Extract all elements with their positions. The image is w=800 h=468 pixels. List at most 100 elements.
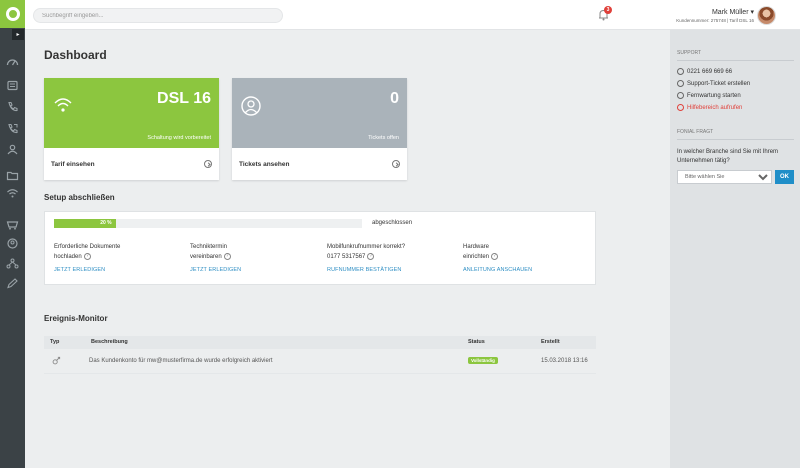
task-title: Erforderliche Dokumente hochladen? (54, 243, 184, 262)
tickets-card: 0 Tickets offen Tickets ansehen (232, 78, 407, 180)
task-action-link[interactable]: RUFNUMMER BESTÄTIGEN (327, 267, 457, 273)
user-name[interactable]: Mark Müller ▾ (712, 8, 754, 16)
help-icon[interactable]: ? (83, 252, 91, 260)
task-title: Techniktermin vereinbaren? (190, 243, 320, 262)
tariff-value: DSL 16 (157, 90, 211, 107)
task-title: Hardware einrichten? (463, 243, 593, 262)
arrow-circle-icon (392, 160, 400, 168)
help-center-link[interactable]: Hilfebereich aufrufen (677, 104, 742, 111)
phone-icon[interactable] (6, 101, 19, 112)
task-action-link[interactable]: JETZT ERLEDIGEN (190, 267, 320, 273)
industry-select[interactable]: Bitte wählen Sie (677, 170, 772, 184)
event-description: Das Kundenkonto für mw@musterfirma.de wu… (89, 358, 273, 364)
tariff-status: Schaltung wird vorbereitet (147, 135, 211, 141)
help-center-label: Hilfebereich aufrufen (687, 104, 743, 111)
sidebar: ▸ (0, 0, 25, 468)
column-header: Beschreibung (91, 339, 128, 345)
tickets-status: Tickets offen (368, 135, 399, 141)
event-monitor-table: Typ Beschreibung Status Erstellt Das Kun… (44, 336, 596, 374)
view-tariff-link[interactable]: Tarif einsehen (44, 148, 219, 180)
help-icon[interactable]: ? (491, 252, 499, 260)
search-input[interactable] (33, 8, 283, 23)
logo[interactable] (0, 0, 25, 28)
support-phone-number: 0221 669 669 66 (687, 68, 733, 75)
network-icon[interactable] (6, 258, 19, 269)
view-tickets-link[interactable]: Tickets ansehen (232, 148, 407, 180)
ticket-icon (677, 80, 684, 87)
table-header: Typ Beschreibung Status Erstellt (44, 336, 596, 349)
task-title-line2: vereinbaren (190, 253, 222, 260)
help-icon[interactable]: ? (367, 252, 375, 260)
divider (677, 60, 794, 61)
phone-list-icon[interactable] (6, 80, 19, 91)
user-circle-icon[interactable] (6, 238, 19, 249)
tariff-card: DSL 16 Schaltung wird vorbereitet Tarif … (44, 78, 219, 180)
support-title: SUPPORT (677, 50, 702, 56)
task-title-line1: Techniktermin (190, 244, 228, 250)
task-action-link[interactable]: ANLEITUNG ANSCHAUEN (463, 267, 593, 273)
folder-icon[interactable] (6, 170, 19, 181)
phone-icon (677, 68, 684, 75)
divider (677, 139, 794, 140)
task-appointment: Techniktermin vereinbaren? JETZT ERLEDIGE… (190, 243, 320, 273)
remote-support-link[interactable]: Fernwartung starten (677, 92, 741, 99)
remote-support-label: Fernwartung starten (687, 92, 741, 99)
top-bar: 3 Mark Müller ▾ Kundennummer: 275748 | T… (25, 0, 800, 30)
user-name-text: Mark Müller (711, 9, 749, 16)
column-header: Erstellt (541, 339, 560, 345)
view-tickets-label: Tickets ansehen (239, 160, 290, 168)
view-tariff-label: Tarif einsehen (51, 160, 95, 168)
ok-button[interactable]: OK (775, 170, 794, 184)
support-ticket-link[interactable]: Support-Ticket erstellen (677, 80, 750, 87)
arrow-circle-icon (204, 160, 212, 168)
tariff-card-header: DSL 16 Schaltung wird vorbereitet (44, 78, 219, 148)
task-action-link[interactable]: JETZT ERLEDIGEN (54, 267, 184, 273)
column-header: Status (468, 339, 485, 345)
setup-panel: 20 % abgeschlossen Erforderliche Dokumen… (44, 211, 596, 285)
wifi-icon (52, 95, 74, 117)
task-documents: Erforderliche Dokumente hochladen? JETZT … (54, 243, 184, 273)
task-hardware: Hardware einrichten? ANLEITUNG ANSCHAUEN (463, 243, 593, 273)
help-icon (677, 104, 684, 111)
support-ticket-label: Support-Ticket erstellen (687, 80, 751, 87)
task-title-line1: Hardware (463, 244, 490, 250)
progress-fill: 20 % (54, 219, 116, 228)
task-title-line2: einrichten (463, 253, 490, 260)
setup-title: Setup abschließen (44, 193, 115, 202)
task-title: Mobilfunkrufnummer korrekt? 0177 5317567? (327, 243, 457, 262)
column-header: Typ (50, 339, 60, 345)
right-panel: SUPPORT 0221 669 669 66 Support-Ticket e… (670, 30, 800, 468)
wifi-icon[interactable] (6, 188, 19, 199)
customer-info: Kundennummer: 275748 | Tarif DSL 16 (676, 18, 754, 23)
user-circle-icon (240, 95, 262, 117)
task-mobile-number: Mobilfunkrufnummer korrekt? 0177 5317567?… (327, 243, 457, 273)
support-phone[interactable]: 0221 669 669 66 (677, 68, 732, 75)
main-content: Dashboard DSL 16 Schaltung wird vorberei… (25, 30, 670, 468)
phone-forward-icon[interactable] (6, 123, 19, 134)
logo-ring (5, 7, 20, 21)
help-icon[interactable]: ? (223, 252, 231, 260)
shop-icon[interactable] (6, 219, 19, 230)
users-icon[interactable] (6, 144, 19, 155)
pen-icon[interactable] (6, 278, 19, 289)
gauge-icon[interactable] (6, 56, 19, 67)
question-title: FONIAL FRAGT (677, 129, 714, 135)
avatar[interactable] (757, 6, 776, 25)
notification-badge: 3 (604, 6, 612, 14)
remote-icon (677, 92, 684, 99)
tickets-count: 0 (390, 90, 399, 107)
task-title-line1: Erforderliche Dokumente (54, 244, 121, 250)
survey-question: In welcher Branche sind Sie mit Ihrem Un… (677, 149, 779, 164)
table-row[interactable]: Das Kundenkonto für mw@musterfirma.de wu… (44, 349, 596, 374)
chevron-down-icon: ▾ (750, 9, 754, 16)
setup-progress-bar: 20 % (54, 219, 362, 228)
event-created: 15.03.2018 13:16 (541, 358, 588, 364)
tickets-card-header: 0 Tickets offen (232, 78, 407, 148)
sidebar-toggle-button[interactable]: ▸ (12, 29, 24, 40)
status-badge: Vollständig (468, 357, 498, 364)
task-title-line1: Mobilfunkrufnummer korrekt? (327, 244, 406, 250)
task-title-line2: 0177 5317567 (327, 253, 366, 260)
progress-percent: 20 % (100, 220, 112, 226)
monitor-title: Ereignis-Monitor (44, 314, 108, 323)
link-icon (52, 356, 61, 367)
